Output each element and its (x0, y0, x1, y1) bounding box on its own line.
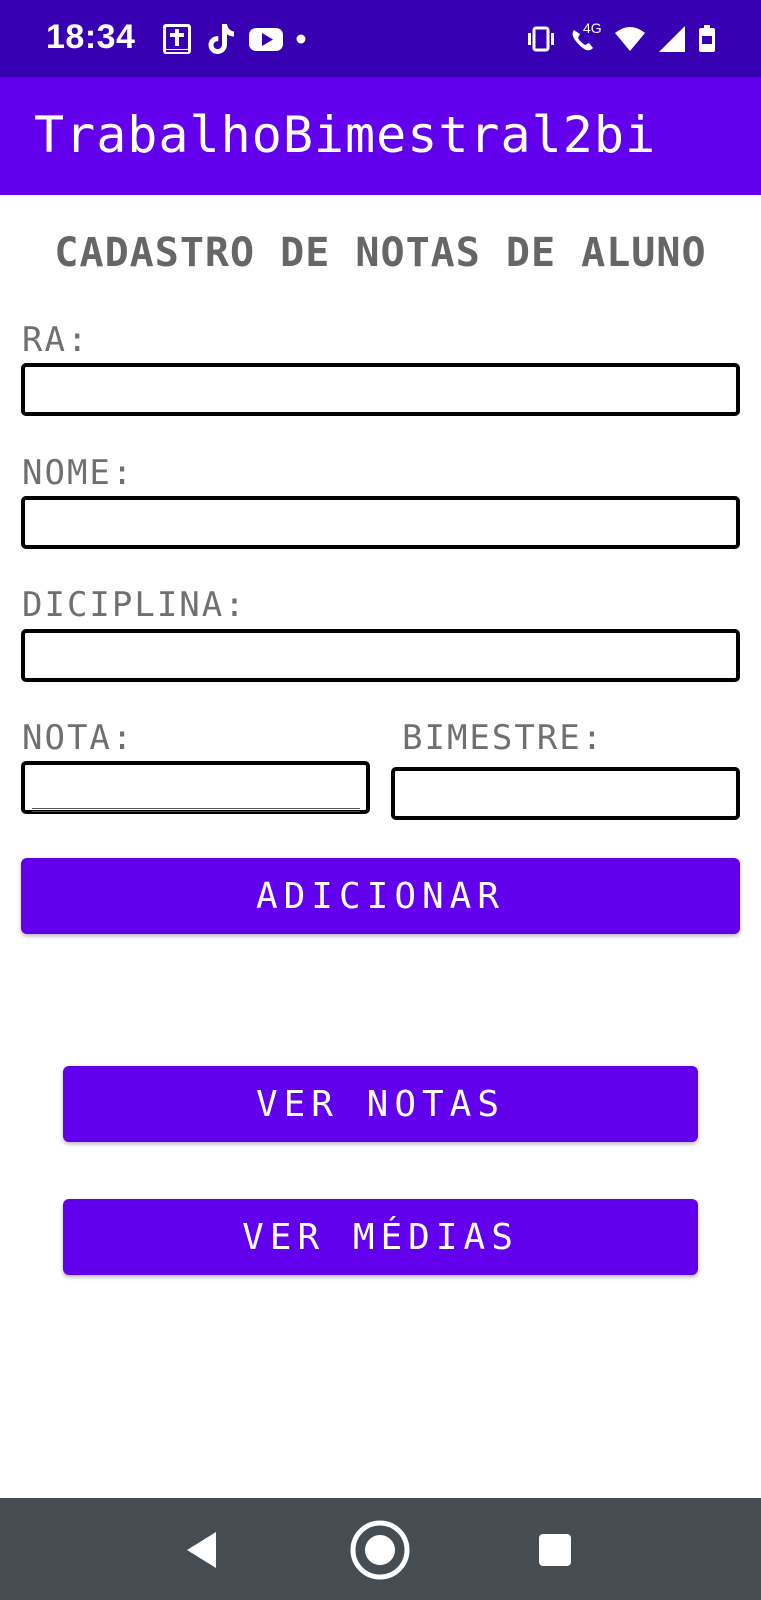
recents-button[interactable] (525, 1520, 585, 1580)
disciplina-label: DICIPLINA: (22, 585, 247, 625)
notification-dot-icon (296, 22, 306, 56)
youtube-icon (248, 22, 284, 56)
nota-input[interactable] (21, 761, 370, 814)
bible-app-icon (160, 22, 194, 56)
tiktok-icon (206, 22, 236, 56)
wifi-icon (613, 22, 647, 56)
ver-medias-button[interactable]: VER MÉDIAS (63, 1199, 698, 1275)
form-title: CADASTRO DE NOTAS DE ALUNO (54, 230, 707, 276)
home-button[interactable] (345, 1518, 415, 1582)
disciplina-input[interactable] (21, 629, 740, 682)
back-icon (184, 1530, 220, 1570)
status-bar: 18:34 4G (0, 0, 761, 77)
vibrate-icon (525, 22, 557, 56)
network-type-label: 4G (583, 20, 602, 36)
wifi-calling-icon: 4G (567, 20, 603, 56)
navigation-bar (0, 1498, 761, 1600)
battery-icon (697, 22, 717, 56)
nota-input-underline (32, 808, 360, 812)
nota-label: NOTA: (22, 718, 135, 758)
ver-notas-button[interactable]: VER NOTAS (63, 1066, 698, 1142)
recents-icon (538, 1533, 572, 1567)
signal-icon (657, 22, 687, 56)
ra-label: RA: (22, 320, 90, 360)
app-title: TrabalhoBimestral2bi (34, 106, 657, 164)
status-time: 18:34 (46, 18, 136, 56)
bimestre-label: BIMESTRE: (402, 718, 605, 758)
nome-input[interactable] (21, 496, 740, 549)
app-bar: TrabalhoBimestral2bi (0, 77, 761, 195)
nome-label: NOME: (22, 453, 135, 493)
ra-input[interactable] (21, 363, 740, 416)
home-icon (349, 1519, 411, 1581)
bimestre-input[interactable] (391, 767, 740, 820)
status-notification-icons (160, 22, 306, 56)
back-button[interactable] (172, 1520, 232, 1580)
status-system-icons: 4G (525, 20, 717, 56)
adicionar-button[interactable]: ADICIONAR (21, 858, 740, 934)
